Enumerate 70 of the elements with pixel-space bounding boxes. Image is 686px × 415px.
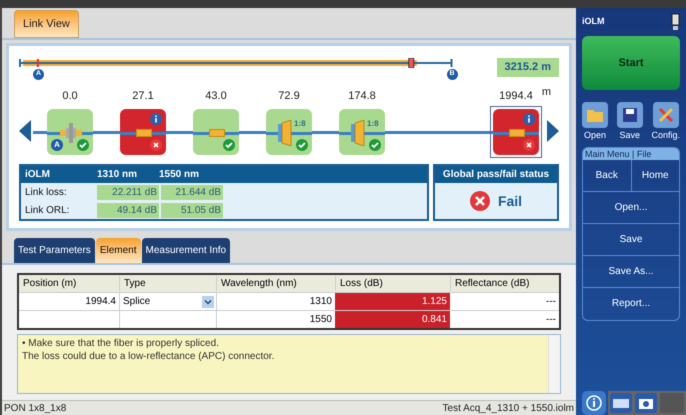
table-cell-text: 1994.4 <box>84 295 117 309</box>
menu-header: Main Menu | File <box>583 148 679 160</box>
check-icon <box>77 139 89 151</box>
element-position: 1994.4 <box>499 89 533 104</box>
summary-value: 21.644 dB <box>161 184 223 200</box>
menu-button[interactable]: Save As... <box>583 256 679 288</box>
detail-tab[interactable]: Element <box>96 238 140 263</box>
summary-header: 1310 nm <box>97 168 138 182</box>
start-button[interactable]: Start <box>582 36 680 90</box>
note-text: The loss could due to a low-reflectance (APC) connector. <box>22 350 276 363</box>
summary-label: Link loss: <box>25 186 68 200</box>
column-header: Reflectance (dB) <box>450 276 559 291</box>
endpoint-marker: A <box>51 139 63 151</box>
panel-title: iOLM <box>582 15 604 28</box>
summary-value: 49.14 dB <box>97 202 159 218</box>
global-status-title: Global pass/fail status <box>435 166 557 183</box>
summary-header: iOLM <box>25 168 51 182</box>
scrollbar[interactable] <box>548 335 560 393</box>
status-left: PON 1x8_1x8 <box>4 402 66 415</box>
connector-icon <box>58 122 84 144</box>
scroll-left-icon[interactable] <box>19 120 31 142</box>
element-position: 43.0 <box>205 89 227 104</box>
detail-tab[interactable]: Measurement Info <box>142 238 230 263</box>
column-header: Type <box>119 276 216 291</box>
element-position: 27.1 <box>132 89 154 104</box>
split-ratio: 1:8 <box>294 118 306 130</box>
note-text: • Make sure that the fiber is properly spliced. <box>22 337 220 350</box>
check-icon <box>369 139 381 151</box>
summary-header: 1550 nm <box>159 168 200 182</box>
detail-tab[interactable]: Test Parameters <box>14 238 95 263</box>
unit-label: m <box>542 85 551 100</box>
floppy-icon <box>622 108 637 122</box>
summary-label: Link ORL: <box>25 204 70 218</box>
type-dropdown[interactable]: Splice <box>119 293 216 310</box>
summary-value: 22.211 dB <box>97 184 159 200</box>
summary-value: 51.05 dB <box>161 202 223 218</box>
splitter-icon <box>278 120 292 146</box>
split-ratio: 1:8 <box>367 118 379 130</box>
table-cell-text: --- <box>545 295 557 309</box>
status-right: Test Acq_4_1310 + 1550.iolm <box>442 402 574 415</box>
column-header: Position (m) <box>22 277 78 291</box>
menu-button[interactable]: Save <box>583 224 679 256</box>
folder-icon <box>587 108 603 122</box>
menu-button[interactable]: Report... <box>583 288 679 320</box>
scroll-right-icon[interactable] <box>547 120 559 142</box>
cross-icon <box>523 139 535 151</box>
check-icon <box>296 139 308 151</box>
tools-icon <box>658 107 674 123</box>
link-length: 3215.2 m <box>496 58 559 76</box>
global-status-label: Fail <box>498 192 522 210</box>
splitter-icon <box>351 120 365 146</box>
element-position: 0.0 <box>62 89 78 104</box>
splice-icon <box>509 129 525 137</box>
info-icon[interactable] <box>582 391 606 415</box>
loss-cell: 0.841 <box>335 311 450 328</box>
keyboard-icon[interactable] <box>610 393 632 413</box>
loss-cell: 1.125 <box>335 293 450 310</box>
menu-button[interactable]: Open... <box>583 192 679 224</box>
overview-trace-drawing[interactable] <box>19 58 453 68</box>
view-tab[interactable]: Link View <box>14 10 79 38</box>
menu-button[interactable]: Home <box>630 160 679 190</box>
element-position: 174.8 <box>348 89 376 104</box>
table-cell-text: --- <box>545 313 557 327</box>
column-header: Loss (dB) <box>335 276 450 291</box>
camera-icon[interactable] <box>635 393 657 413</box>
battery-icon <box>671 13 680 31</box>
menu-button[interactable]: Back <box>583 160 630 190</box>
chevron-down-icon <box>202 296 214 308</box>
element-position: 72.9 <box>278 89 300 104</box>
column-header: Wavelength (nm) <box>216 276 335 291</box>
